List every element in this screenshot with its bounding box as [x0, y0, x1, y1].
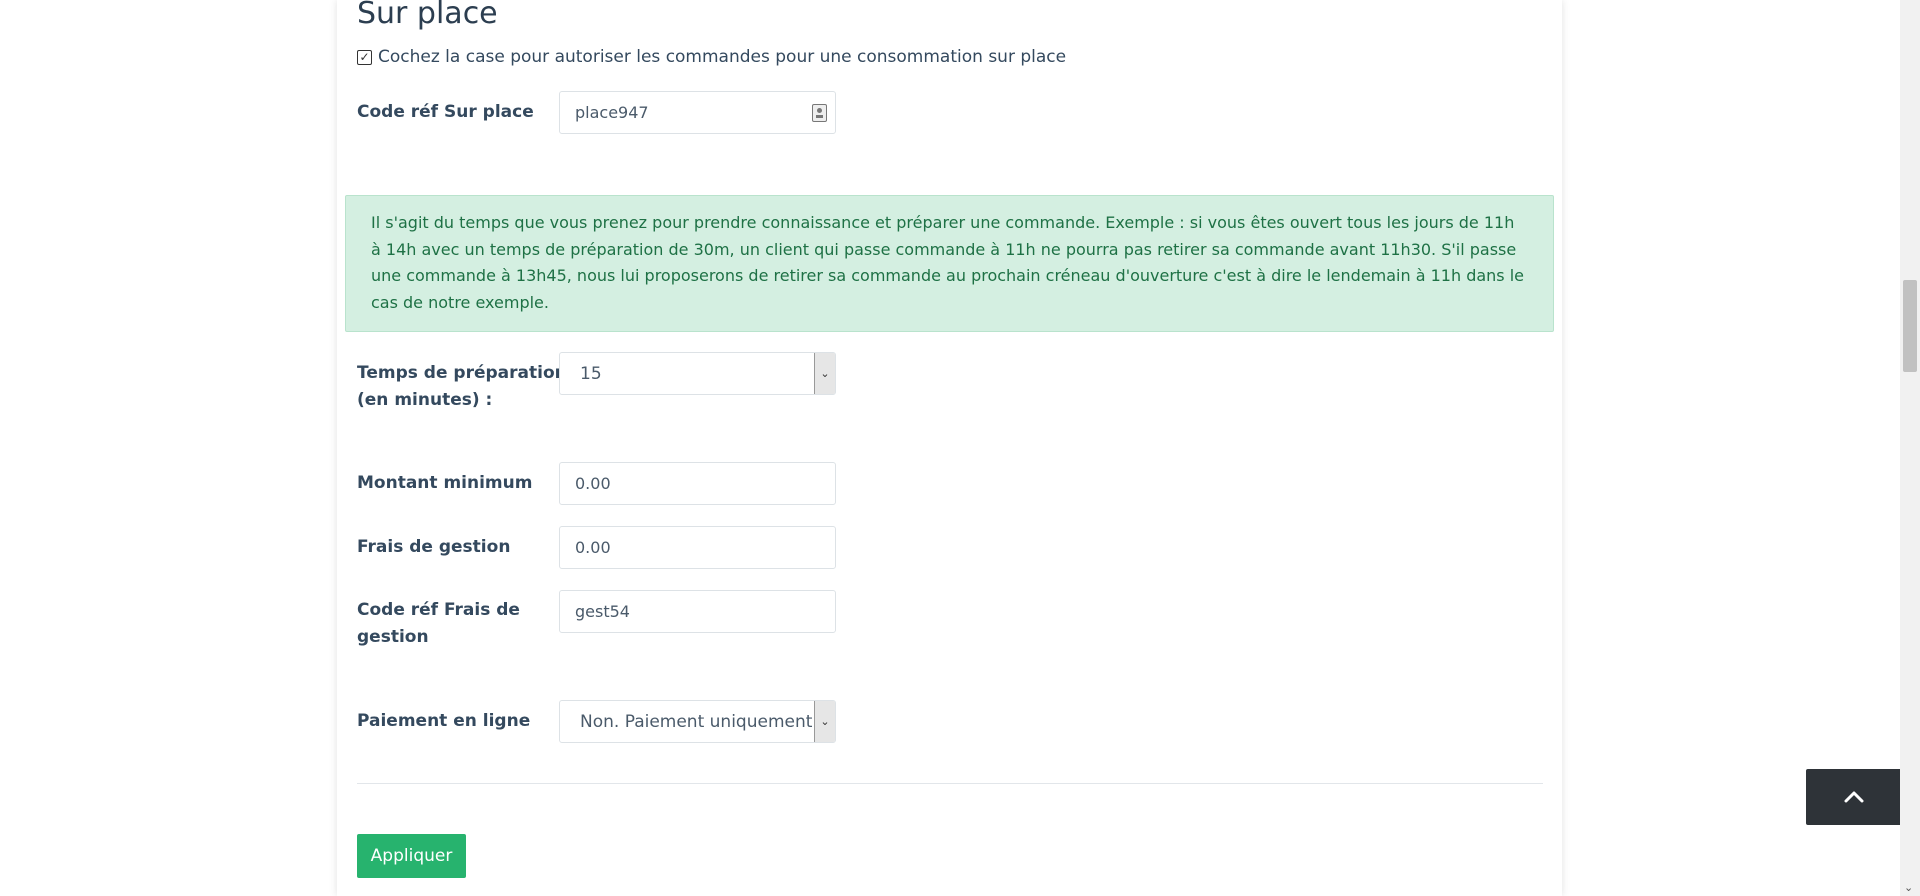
scroll-down-arrow-icon[interactable]: ⌄ [1904, 881, 1913, 894]
prep-time-info-alert: Il s'agit du temps que vous prenez pour … [345, 195, 1554, 332]
fees-code-input[interactable]: gest54 [559, 590, 836, 633]
back-to-top-button[interactable] [1806, 769, 1902, 825]
page: Sur place ✓ Cochez la case pour autorise… [0, 0, 1920, 896]
code-ref-label: Code réf Sur place [357, 102, 534, 122]
prep-time-label-line2: (en minutes) : [357, 390, 493, 410]
fees-code-label: Code réf Frais de gestion [357, 597, 520, 651]
min-amount-input[interactable]: 0.00 [559, 462, 836, 505]
scroll-thumb[interactable] [1903, 280, 1917, 372]
fees-label: Frais de gestion [357, 537, 511, 557]
fees-value: 0.00 [575, 538, 611, 557]
chevron-up-icon [1844, 791, 1864, 803]
code-ref-value: place947 [575, 103, 649, 122]
fees-code-value: gest54 [575, 602, 630, 621]
fees-code-label-line2: gestion [357, 627, 429, 647]
fees-input[interactable]: 0.00 [559, 526, 836, 569]
fees-code-label-line1: Code réf Frais de [357, 600, 520, 620]
prep-time-label: Temps de préparation (en minutes) : [357, 360, 567, 414]
prep-time-value: 15 [580, 363, 602, 384]
code-ref-input[interactable]: place947 [559, 91, 836, 134]
checkbox-label: Cochez la case pour autoriser les comman… [378, 47, 1067, 67]
chevron-down-icon[interactable]: ⌄ [814, 353, 835, 394]
prep-time-label-line1: Temps de préparation [357, 363, 567, 383]
scrollbar[interactable]: ⌄ [1900, 0, 1920, 896]
section-title: Sur place [357, 0, 498, 31]
settings-card [337, 0, 1562, 896]
divider [357, 783, 1543, 784]
online-payment-label: Paiement en ligne [357, 711, 531, 731]
min-amount-label: Montant minimum [357, 473, 533, 493]
apply-button[interactable]: Appliquer [357, 834, 466, 878]
online-payment-select[interactable]: Non. Paiement uniquement au ⌄ [559, 700, 836, 743]
checkbox-checked-icon[interactable]: ✓ [357, 49, 372, 65]
prep-time-select[interactable]: 15 ⌄ [559, 352, 836, 395]
chevron-down-icon[interactable]: ⌄ [814, 701, 835, 742]
min-amount-value: 0.00 [575, 474, 611, 493]
on-site-orders-checkbox-row[interactable]: ✓ Cochez la case pour autoriser les comm… [357, 47, 1066, 67]
online-payment-value: Non. Paiement uniquement au [580, 711, 815, 732]
contact-card-icon[interactable] [812, 104, 827, 122]
